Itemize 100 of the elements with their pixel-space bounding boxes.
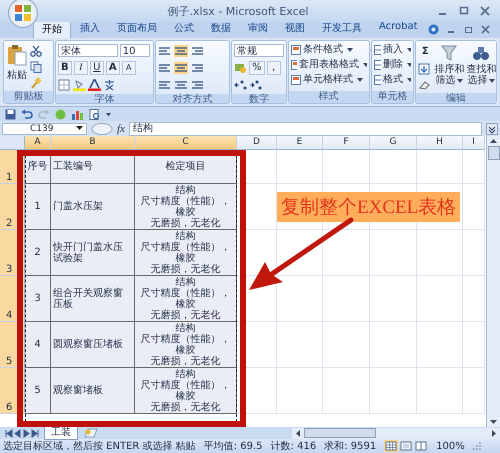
column-header[interactable]: H [417, 136, 463, 150]
comma-button[interactable]: , [266, 60, 281, 74]
restore-icon[interactable] [464, 25, 473, 34]
grow-font-button[interactable]: A [106, 60, 120, 74]
horizontal-scrollbar[interactable] [292, 428, 500, 438]
number-format-dropdown[interactable]: 常规 [234, 44, 284, 57]
table-cell [370, 230, 417, 276]
help-icon[interactable] [428, 24, 439, 35]
ribbon-tab[interactable]: 数据 [203, 20, 239, 38]
column-header[interactable]: B [51, 136, 135, 150]
customize-caret-icon[interactable] [105, 110, 112, 118]
print-preview-icon[interactable] [89, 108, 100, 120]
decrease-decimal-icon[interactable] [249, 78, 262, 90]
style-menu-button[interactable]: 单元格样式 [290, 73, 366, 87]
shrink-font-button[interactable]: A [122, 60, 136, 74]
editing-button[interactable]: 排序和筛选 [434, 43, 464, 87]
close-icon[interactable] [480, 6, 490, 16]
column-header[interactable]: D [237, 136, 277, 150]
style-menu-button[interactable]: 条件格式 [290, 43, 366, 57]
ribbon-tab[interactable]: 插入 [72, 20, 108, 38]
align-icon[interactable] [190, 78, 204, 90]
align-icon[interactable] [174, 44, 188, 56]
align-icon[interactable] [190, 62, 204, 74]
vertical-scrollbar[interactable] [486, 136, 500, 427]
increase-decimal-icon[interactable] [234, 78, 248, 90]
insert-function-label[interactable]: fx [117, 122, 125, 134]
ribbon-tab[interactable]: 页面布局 [109, 20, 165, 38]
font-style-button[interactable]: I [74, 60, 88, 74]
column-header[interactable]: F [323, 136, 370, 150]
percent-button[interactable]: % [249, 60, 265, 74]
font-style-button[interactable]: B [58, 60, 72, 74]
column-header[interactable]: E [277, 136, 323, 150]
font-name-dropdown[interactable]: 宋体 [58, 44, 118, 57]
copy-icon[interactable] [30, 61, 42, 73]
sheet-nav-icon[interactable] [4, 428, 40, 438]
paste-button[interactable]: 粘贴 [6, 43, 28, 83]
cell-text-line: 尺寸精度（性能），橡胶 [140, 242, 232, 264]
font-color-icon[interactable] [88, 78, 101, 90]
office-button[interactable] [8, 0, 38, 28]
ribbon-tab[interactable]: 审阅 [240, 20, 276, 38]
align-icon[interactable] [174, 78, 188, 90]
border-icon[interactable] [58, 78, 71, 90]
fill-color-icon[interactable] [72, 78, 86, 90]
fill-down-icon[interactable] [418, 63, 430, 75]
scroll-left-icon[interactable] [295, 428, 301, 438]
table-cell [370, 276, 417, 322]
name-box[interactable]: C139 [2, 122, 87, 134]
save-icon[interactable] [5, 108, 16, 120]
align-icon[interactable] [190, 44, 204, 56]
column-header[interactable]: C [135, 136, 237, 150]
scissors-icon[interactable] [30, 45, 42, 57]
eraser-icon[interactable] [418, 79, 430, 91]
cells-menu-button[interactable]: 插入 [374, 43, 412, 57]
ribbon-tab[interactable]: Acrobat [371, 20, 426, 38]
sheet-tab[interactable]: 工装 [44, 426, 78, 440]
column-header[interactable]: G [370, 136, 417, 150]
view-icon[interactable] [414, 440, 428, 452]
caret-icon [457, 79, 464, 83]
font-size-dropdown[interactable]: 10 [120, 44, 150, 57]
phonetic-icon[interactable] [102, 78, 116, 90]
callout-label: 复制整个EXCEL表格 [277, 192, 460, 222]
window-title: 例子.xlsx - Microsoft Excel [166, 4, 310, 18]
ribbon-tab[interactable]: 视图 [277, 20, 313, 38]
cell-text-line: 无磨损，无老化 [150, 218, 220, 228]
column-header[interactable]: I [463, 136, 485, 150]
table-cell [237, 368, 277, 414]
align-icon[interactable] [158, 78, 172, 90]
autosum-button[interactable]: Σ [418, 45, 432, 59]
maximize-icon[interactable] [459, 6, 469, 16]
column-header[interactable]: A [25, 136, 51, 150]
scroll-up-icon[interactable] [489, 138, 498, 144]
align-icon[interactable] [174, 62, 188, 74]
group-label: 样式 [288, 91, 368, 103]
scroll-thumb[interactable] [304, 428, 376, 438]
editing-button[interactable]: 查找和选择 [466, 43, 496, 87]
cells-menu-button[interactable]: 格式 [374, 73, 412, 87]
formula-field[interactable]: 结构 [128, 122, 482, 136]
ribbon-tab[interactable]: 公式 [166, 20, 202, 38]
close-icon[interactable] [481, 25, 490, 34]
align-icon[interactable] [158, 62, 172, 74]
undo-icon[interactable] [21, 108, 33, 120]
cells-menu-button[interactable]: 删除 [374, 58, 412, 72]
zoom-level[interactable]: 100% [436, 440, 465, 452]
scroll-down-icon[interactable] [489, 419, 498, 425]
caret-icon [356, 78, 363, 82]
resize-grip-icon[interactable] [472, 442, 481, 450]
table-cell: 观察窗堵板 [51, 368, 135, 414]
ribbon-tab[interactable]: 开发工具 [314, 20, 370, 38]
style-menu-button[interactable]: 套用表格格式 [290, 58, 366, 72]
table-cell [417, 322, 463, 368]
view-icon[interactable] [384, 440, 398, 452]
expand-formula-icon[interactable] [486, 122, 498, 134]
group-label: 单元格 [372, 91, 414, 103]
font-style-button[interactable]: U [90, 60, 104, 74]
scroll-right-icon[interactable] [491, 428, 497, 438]
scroll-thumb[interactable] [488, 146, 500, 160]
view-icon[interactable] [399, 440, 414, 452]
chart-icon[interactable] [71, 108, 84, 120]
align-icon[interactable] [158, 44, 172, 56]
cells-icon [374, 60, 381, 70]
